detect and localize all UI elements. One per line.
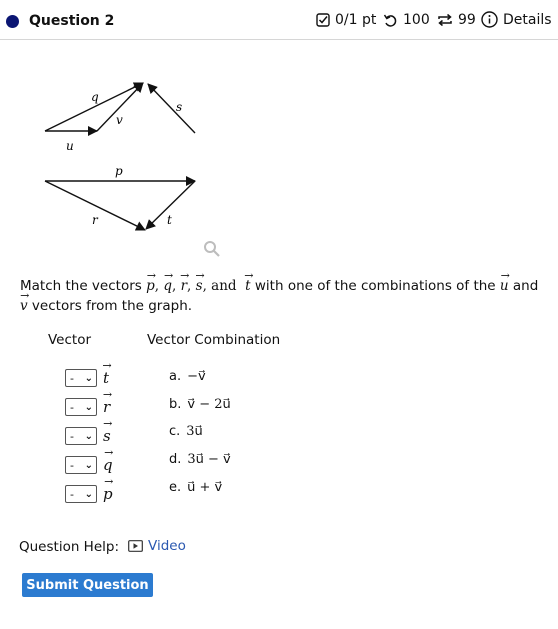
- combination-option-b: b. v⃗ − 2u⃗: [169, 397, 231, 412]
- option-letter: a.: [169, 369, 182, 384]
- combination-option-a: a. −v⃗: [169, 369, 206, 384]
- prompt-vector-p: p: [146, 276, 155, 296]
- prompt-vector-s: s: [196, 276, 203, 296]
- info-icon: [481, 11, 498, 28]
- prompt-vector-u: u: [500, 276, 509, 296]
- option-letter: d.: [169, 452, 182, 467]
- chevron-down-icon: ⌄: [84, 372, 93, 384]
- row-vector-label: s: [103, 427, 111, 445]
- match-row-s: -⌄ s: [65, 425, 111, 447]
- row-vector-label: p: [103, 485, 113, 503]
- submit-question-button[interactable]: Submit Question: [22, 573, 153, 597]
- option-expression: 3u⃗: [186, 424, 203, 439]
- score-indicator: 0/1 pt: [316, 12, 376, 28]
- label-r: r: [92, 213, 99, 227]
- match-select-s[interactable]: - ⌄: [65, 427, 97, 445]
- checkbox-icon: [316, 13, 330, 27]
- option-letter: c.: [169, 424, 181, 439]
- video-link[interactable]: Video: [128, 538, 186, 554]
- row-vector-label: q: [103, 456, 113, 474]
- chevron-down-icon: ⌄: [84, 401, 93, 413]
- combination-option-e: e. u⃗ + v⃗: [169, 480, 222, 495]
- match-select-r[interactable]: - ⌄: [65, 398, 97, 416]
- question-status-dot: [6, 15, 19, 28]
- undo-icon: [383, 14, 397, 27]
- video-link-label: Video: [148, 538, 186, 554]
- vector-s-arrow: [147, 83, 196, 134]
- row-vector-label: t: [103, 369, 109, 387]
- match-select-t[interactable]: - ⌄: [65, 369, 97, 387]
- prompt-vector-v: v: [20, 296, 28, 316]
- option-expression: 3u⃗ − v⃗: [187, 452, 231, 467]
- prompt-vector-t: t: [245, 276, 250, 296]
- match-row-p: -⌄ p: [65, 483, 113, 505]
- vector-diagram: q v u s p r t: [44, 82, 196, 231]
- retries-count: 99: [458, 12, 476, 28]
- score-text: 0/1 pt: [335, 12, 377, 28]
- match-row-t: -⌄ t: [65, 367, 109, 389]
- combination-option-d: d. 3u⃗ − v⃗: [169, 452, 231, 467]
- chevron-down-icon: ⌄: [84, 488, 93, 500]
- prompt-tail: vectors from the graph.: [27, 298, 193, 314]
- match-row-q: -⌄ q: [65, 454, 113, 476]
- match-select-q[interactable]: - ⌄: [65, 456, 97, 474]
- chevron-down-icon: ⌄: [84, 459, 93, 471]
- chevron-down-icon: ⌄: [84, 430, 93, 442]
- question-help-label: Question Help:: [19, 539, 119, 555]
- option-expression: v⃗ − 2u⃗: [187, 397, 231, 412]
- select-value: -: [70, 429, 74, 443]
- prompt-mid: with one of the combinations of the: [250, 278, 500, 294]
- details-button[interactable]: Details: [481, 11, 552, 28]
- prompt-lead: Match the vectors: [20, 278, 147, 294]
- label-p: p: [115, 164, 123, 178]
- select-value: -: [70, 400, 74, 414]
- column-header-vector: Vector: [48, 332, 92, 348]
- prompt-vector-q: q: [163, 276, 172, 296]
- select-value: -: [70, 371, 74, 385]
- question-prompt: Match the vectors p, q, r, s, and t with…: [20, 276, 550, 316]
- label-s: s: [176, 100, 182, 114]
- attempts-indicator: 100: [383, 12, 430, 28]
- attempts-count: 100: [403, 12, 430, 28]
- prompt-and2: and: [508, 278, 539, 294]
- retries-indicator: 99: [437, 12, 476, 28]
- select-value: -: [70, 487, 74, 501]
- option-letter: b.: [169, 397, 182, 412]
- select-value: -: [70, 458, 74, 472]
- match-row-r: -⌄ r: [65, 396, 110, 418]
- option-expression: u⃗ + v⃗: [187, 480, 223, 495]
- combination-option-c: c. 3u⃗: [169, 424, 203, 439]
- option-expression: −v⃗: [187, 369, 206, 384]
- label-t: t: [167, 213, 172, 227]
- label-q: q: [91, 90, 99, 104]
- column-header-combination: Vector Combination: [147, 332, 281, 348]
- retry-arrows-icon: [438, 13, 452, 27]
- label-u: u: [66, 139, 74, 153]
- option-letter: e.: [169, 480, 182, 495]
- prompt-vector-r: r: [181, 276, 187, 296]
- question-title: Question 2: [29, 13, 115, 29]
- magnify-icon[interactable]: [203, 240, 221, 258]
- play-video-icon: [128, 540, 143, 552]
- match-select-p[interactable]: - ⌄: [65, 485, 97, 503]
- row-vector-label: r: [103, 398, 110, 416]
- label-v: v: [116, 113, 123, 127]
- question-header: Question 2 0/1 pt 100 99 Details: [0, 0, 558, 40]
- details-label: Details: [503, 11, 552, 28]
- prompt-and: and: [211, 278, 237, 294]
